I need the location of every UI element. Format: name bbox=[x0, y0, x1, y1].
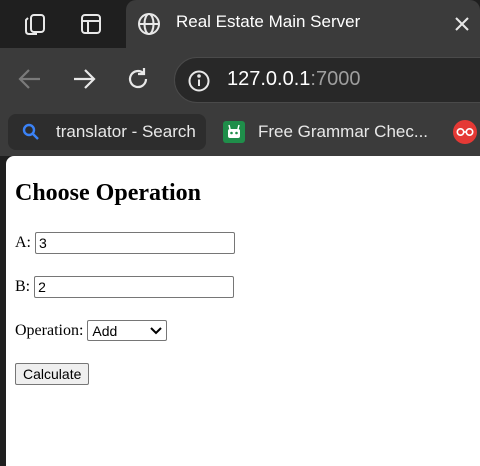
bookmark-label: translator - Search bbox=[56, 122, 196, 141]
field-a-row: A: bbox=[15, 232, 235, 254]
operation-label: Operation: bbox=[15, 321, 84, 339]
field-b-input[interactable] bbox=[34, 276, 235, 298]
page-title: Choose Operation bbox=[15, 180, 201, 206]
bookmark-grammar[interactable]: Free Grammar Chec... bbox=[218, 114, 438, 150]
tab-title: Real Estate Main Server bbox=[176, 12, 361, 31]
page-viewport: Choose Operation A: B: Operation: Add Ca… bbox=[6, 156, 480, 466]
info-icon[interactable] bbox=[187, 69, 211, 93]
back-button[interactable] bbox=[14, 63, 46, 95]
url-text: 127.0.0.1:7000 bbox=[227, 68, 360, 91]
workspaces-icon[interactable] bbox=[18, 8, 52, 40]
calculate-button[interactable]: Calculate bbox=[15, 363, 90, 385]
field-b-row: B: bbox=[15, 276, 235, 298]
field-b-label: B: bbox=[15, 278, 31, 295]
operation-select[interactable]: Add bbox=[87, 320, 168, 341]
active-tab[interactable]: Real Estate Main Server bbox=[126, 0, 480, 48]
search-icon bbox=[22, 123, 39, 140]
bookmark-label: Free Grammar Chec... bbox=[258, 122, 429, 141]
tab-actions-icon[interactable] bbox=[74, 8, 108, 40]
extension-button[interactable] bbox=[450, 114, 480, 150]
reload-button[interactable] bbox=[122, 63, 154, 95]
browser-toolbar: 127.0.0.1:7000 bbox=[0, 48, 480, 110]
bookmark-translator[interactable]: translator - Search bbox=[8, 114, 206, 150]
grammar-checker-icon bbox=[223, 121, 245, 143]
chevron-down-icon bbox=[150, 326, 163, 334]
operation-selected-value: Add bbox=[92, 322, 118, 339]
arrow-left-icon bbox=[18, 69, 40, 89]
arrow-right-icon bbox=[74, 69, 96, 89]
field-a-input[interactable] bbox=[35, 232, 235, 254]
address-bar[interactable]: 127.0.0.1:7000 bbox=[174, 57, 480, 103]
forward-button[interactable] bbox=[68, 63, 100, 95]
globe-icon bbox=[136, 11, 162, 37]
extension-icon bbox=[453, 120, 477, 144]
bookmarks-bar: translator - Search Free Grammar Chec... bbox=[0, 110, 480, 156]
url-host: 127.0.0.1 bbox=[227, 68, 311, 90]
field-a-label: A: bbox=[15, 234, 31, 251]
tab-strip: Real Estate Main Server bbox=[0, 0, 480, 48]
reload-icon bbox=[128, 68, 148, 89]
operation-row: Operation: Add bbox=[15, 320, 168, 341]
close-tab-icon[interactable] bbox=[450, 12, 474, 36]
url-port: :7000 bbox=[310, 68, 361, 90]
